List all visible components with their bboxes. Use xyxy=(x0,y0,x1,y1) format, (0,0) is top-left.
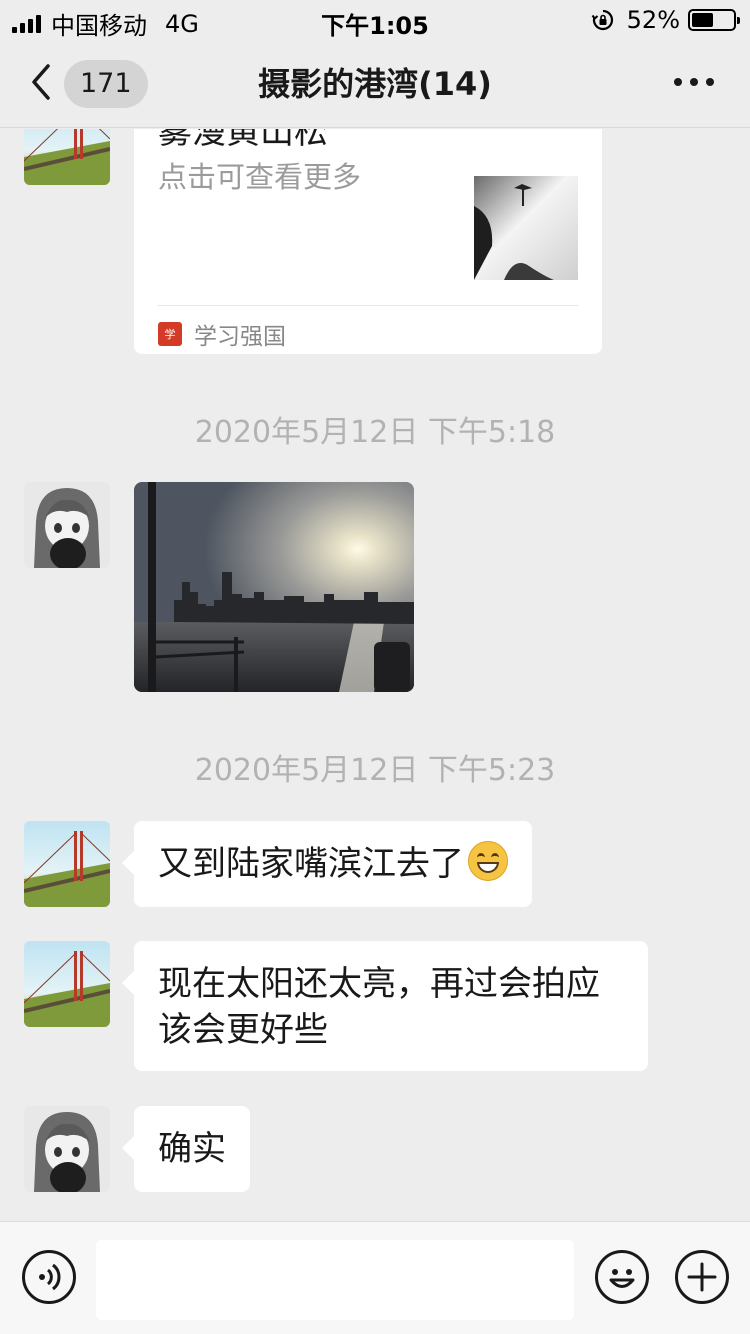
message-timestamp: 2020年5月12日 下午5:18 xyxy=(194,415,556,450)
article-source: 学 学习强国 xyxy=(158,317,286,351)
grinning-face-icon xyxy=(468,841,508,881)
article-description: 点击可查看更多 xyxy=(158,160,362,194)
shared-photo[interactable] xyxy=(134,482,414,692)
avatar[interactable] xyxy=(24,129,110,185)
avatar[interactable] xyxy=(24,941,110,1027)
battery-icon xyxy=(688,9,740,31)
chat-header: 171 摄影的港湾(14) xyxy=(0,40,750,128)
voice-icon[interactable] xyxy=(22,1250,76,1304)
message-text: 现在太阳还太亮，再过会拍应该会更好些 xyxy=(158,964,600,1050)
bridge-avatar-image xyxy=(24,821,110,907)
chat-title: 摄影的港湾(14) xyxy=(258,65,492,103)
message-timestamp: 2020年5月12日 下午5:23 xyxy=(194,753,556,788)
message-text: 确实 xyxy=(158,1129,226,1169)
battery-level-fill xyxy=(692,13,713,27)
message-list[interactable]: 雾漫黄山松 点击可查看更多 学 学习强国 2020年5月12日 下午5:18 2… xyxy=(0,129,750,1221)
anime-avatar-image xyxy=(24,482,110,568)
avatar[interactable] xyxy=(24,1106,110,1192)
xuexi-logo-icon: 学 xyxy=(158,322,182,346)
status-bar: 中国移动 4G 下午1:05 52% xyxy=(0,0,750,40)
input-bar xyxy=(0,1221,750,1334)
card-divider xyxy=(158,305,578,306)
message-bubble[interactable]: 现在太阳还太亮，再过会拍应该会更好些 xyxy=(122,941,648,1071)
anime-avatar-image xyxy=(24,1106,110,1192)
message-text: 又到陆家嘴滨江去了 xyxy=(158,844,464,884)
bridge-avatar-image xyxy=(24,129,110,185)
avatar[interactable] xyxy=(24,821,110,907)
article-card[interactable]: 雾漫黄山松 点击可查看更多 学 学习强国 xyxy=(134,129,602,354)
article-thumbnail xyxy=(474,176,578,280)
message-input[interactable] xyxy=(96,1240,574,1320)
emoji-icon[interactable] xyxy=(595,1250,649,1304)
plus-icon[interactable] xyxy=(675,1250,729,1304)
bridge-avatar-image xyxy=(24,941,110,1027)
battery-percent: 52% xyxy=(626,6,680,34)
source-name: 学习强国 xyxy=(194,324,286,350)
status-right: 52% xyxy=(591,6,740,34)
rotation-lock-icon xyxy=(591,9,613,31)
message-bubble[interactable]: 又到陆家嘴滨江去了 xyxy=(122,821,532,907)
avatar[interactable] xyxy=(24,482,110,568)
article-title: 雾漫黄山松 xyxy=(158,129,328,152)
message-bubble[interactable]: 确实 xyxy=(122,1106,250,1192)
more-dots-icon[interactable] xyxy=(674,78,714,86)
